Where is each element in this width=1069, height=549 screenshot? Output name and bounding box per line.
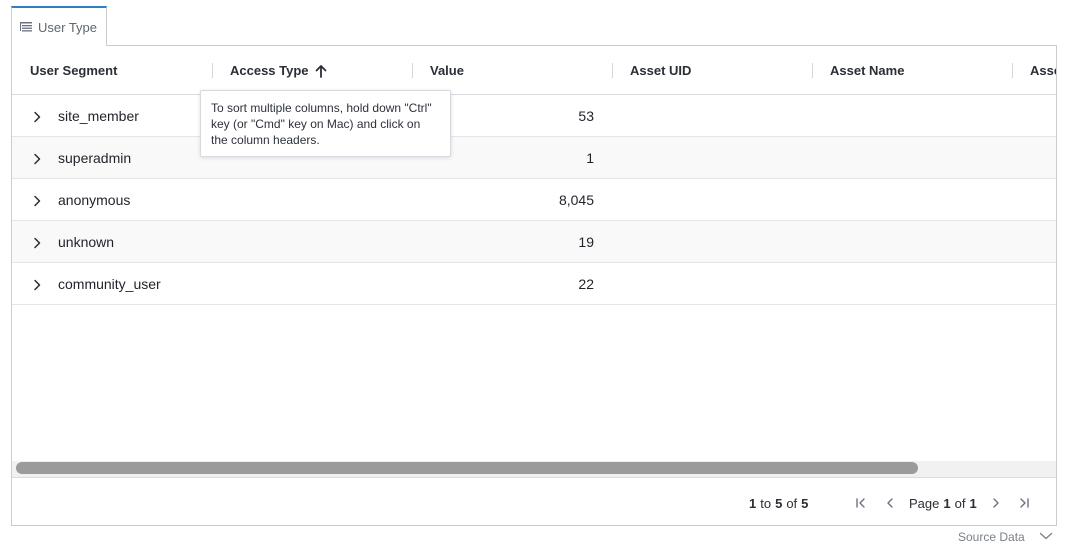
column-resize-handle[interactable] [812, 63, 813, 78]
row-value: 22 [578, 276, 594, 292]
column-resize-handle[interactable] [412, 63, 413, 78]
row-value: 19 [578, 234, 594, 250]
column-resize-handle[interactable] [1012, 63, 1013, 78]
source-data-toggle[interactable]: Source Data [958, 530, 1053, 544]
chevron-right-icon[interactable] [32, 236, 42, 249]
chevron-right-icon[interactable] [32, 194, 42, 207]
page-indicator: Page 1 of 1 [909, 495, 977, 511]
column-header-asset-truncated[interactable]: Asse [1030, 46, 1056, 95]
row-count-summary: 1 to 5 of 5 [749, 495, 809, 511]
data-grid: User Segment Access Type Value Asset UID… [11, 45, 1057, 526]
table-row[interactable]: superadmin 1 [12, 137, 1056, 179]
column-header-asset-name[interactable]: Asset Name [830, 46, 904, 95]
column-header-user-segment[interactable]: User Segment [30, 46, 117, 95]
column-header-asset-uid[interactable]: Asset UID [630, 46, 691, 95]
arrow-up-icon [315, 64, 327, 78]
row-user-segment: anonymous [58, 192, 131, 208]
chevron-right-icon[interactable] [32, 278, 42, 291]
row-user-segment: superadmin [58, 150, 132, 166]
column-resize-handle[interactable] [212, 63, 213, 78]
tab-user-type[interactable]: User Type [11, 6, 107, 46]
chevron-down-icon [1039, 530, 1053, 544]
chevron-right-icon[interactable] [32, 110, 42, 123]
column-header-access-type[interactable]: Access Type [230, 46, 327, 95]
row-user-segment: site_member [58, 108, 139, 124]
table-row[interactable]: unknown 19 [12, 221, 1056, 263]
sort-tooltip: To sort multiple columns, hold down "Ctr… [200, 90, 451, 157]
row-value: 8,045 [558, 192, 594, 208]
table-row[interactable]: community_user 22 [12, 263, 1056, 305]
tab-label: User Type [38, 19, 98, 35]
column-header-value[interactable]: Value [430, 46, 464, 95]
chevron-right-icon[interactable] [32, 152, 42, 165]
first-page-icon[interactable] [854, 496, 868, 510]
column-resize-handle[interactable] [612, 63, 613, 78]
next-page-icon[interactable] [989, 496, 1003, 510]
pagination-bar: 1 to 5 of 5 Page 1 of 1 [12, 477, 1056, 525]
table-row[interactable]: site_member 53 [12, 95, 1056, 137]
previous-page-icon[interactable] [883, 496, 897, 510]
source-data-label: Source Data [958, 530, 1025, 544]
horizontal-scrollbar-thumb[interactable] [16, 462, 918, 474]
grid-header: User Segment Access Type Value Asset UID… [12, 46, 1056, 95]
row-user-segment: unknown [58, 234, 115, 250]
last-page-icon[interactable] [1017, 496, 1031, 510]
table-row[interactable]: anonymous 8,045 [12, 179, 1056, 221]
row-user-segment: community_user [58, 276, 161, 292]
tree-list-icon [20, 22, 32, 32]
